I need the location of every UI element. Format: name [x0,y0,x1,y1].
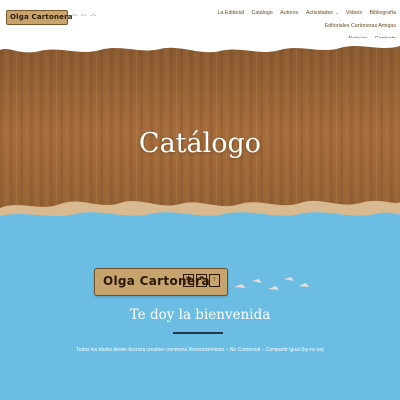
license-text: Todos los títulos tienen licencia creati… [76,347,324,353]
birds-icon: ⌒ ⌒ ⌒ [71,15,98,22]
nav-item-la-editorial[interactable]: La Editorial [218,7,245,20]
hero-banner: Catálogo [0,38,400,228]
logo-symbols: ✱ ☂ ↑ [183,274,220,287]
site-logo[interactable]: Olga Cartonera ⌒ ⌒ ⌒ [6,9,97,25]
welcome-heading: Te doy la bienvenida [129,307,271,323]
nav-item-bibliografia[interactable]: Bibliografía [370,7,397,20]
umbrella-icon: ☂ [196,274,207,287]
wine-glass-icon: ✱ [183,274,194,287]
nav-item-actividades-label: Actividades [305,10,334,16]
nav-item-videos[interactable]: Videos [346,7,362,20]
welcome-logo: Olga Cartonera ✱ ☂ ↑ [94,268,234,296]
welcome-logo-card: Olga Cartonera ✱ ☂ ↑ [94,268,228,296]
site-header: Olga Cartonera ⌒ ⌒ ⌒ La Editorial Catálo… [0,0,400,42]
logo-card: Olga Cartonera [6,9,73,25]
arrow-up-icon: ↑ [209,274,220,287]
logo-text: Olga Cartonera [10,13,73,21]
nav-item-actividades[interactable]: Actividades ⌄ [306,6,338,20]
nav-item-catalogo[interactable]: Catálogo [252,7,273,20]
nav-item-autores[interactable]: Autores [280,7,298,20]
chevron-down-icon: ⌄ [335,10,339,15]
page-title: Catálogo [138,128,262,159]
nav-item-editoriales-cartoneras-amigas[interactable]: Editoriales Cartoneras Amigas [325,20,396,33]
heading-divider [173,332,223,334]
paper-birds-icon [234,277,309,290]
